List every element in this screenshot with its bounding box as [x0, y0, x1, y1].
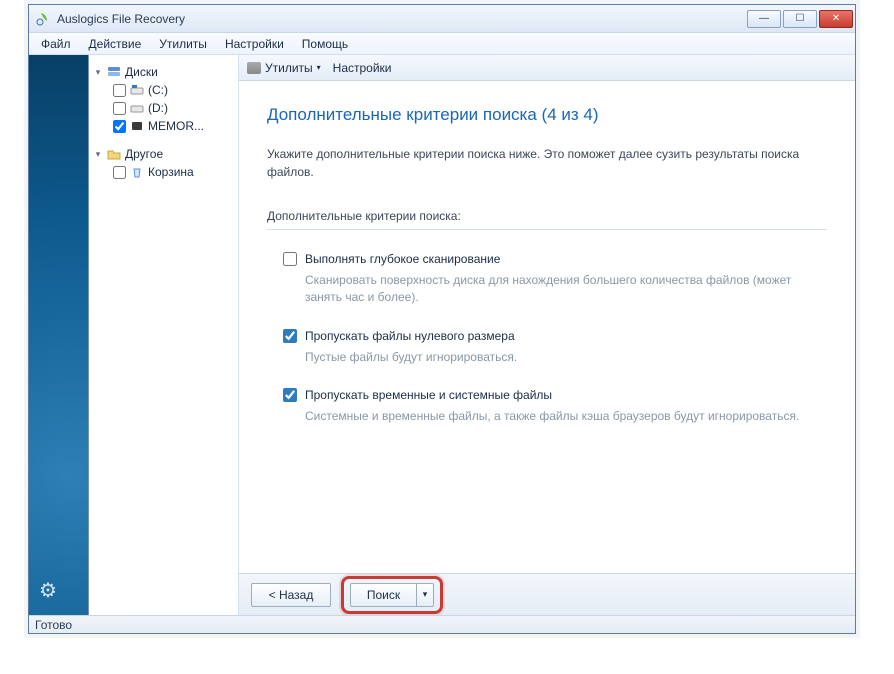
tree-item-label: MEMOR... [148, 119, 204, 133]
recycle-bin-checkbox[interactable] [113, 166, 126, 179]
skip-zero-checkbox[interactable] [283, 329, 297, 343]
chevron-down-icon: ▾ [317, 63, 321, 72]
option-label: Пропускать файлы нулевого размера [305, 329, 515, 343]
highlight-frame: Поиск ▾ [341, 576, 443, 614]
caret-down-icon: ▾ [93, 67, 103, 78]
tree-item-drive-d[interactable]: (D:) [93, 99, 234, 117]
tree-item-label: (C:) [148, 83, 168, 97]
titlebar: Auslogics File Recovery — ☐ ✕ [29, 5, 855, 33]
menu-file[interactable]: Файл [33, 35, 79, 53]
status-text: Готово [35, 618, 72, 632]
folder-icon [107, 148, 121, 160]
tree-item-recycle-bin[interactable]: Корзина [93, 163, 234, 181]
main-panel: Утилиты ▾ Настройки Дополнительные крите… [239, 55, 855, 615]
secondary-toolbar: Утилиты ▾ Настройки [239, 55, 855, 81]
tree-item-label: (D:) [148, 101, 168, 115]
app-window: Auslogics File Recovery — ☐ ✕ Файл Дейст… [28, 4, 856, 634]
option-label: Выполнять глубокое сканирование [305, 252, 500, 266]
memory-card-icon [130, 120, 144, 132]
window-controls: — ☐ ✕ [747, 10, 853, 28]
tree-group-disks[interactable]: ▾ Диски [93, 63, 234, 81]
menu-utilities[interactable]: Утилиты [151, 35, 215, 53]
left-rail: ⚙ [29, 55, 89, 615]
tree-item-label: Корзина [148, 165, 194, 179]
option-hint: Сканировать поверхность диска для нахожд… [305, 272, 825, 307]
drive-icon [130, 102, 144, 114]
menu-settings[interactable]: Настройки [217, 35, 292, 53]
menu-help[interactable]: Помощь [294, 35, 356, 53]
option-skip-temp: Пропускать временные и системные файлы С… [283, 388, 827, 425]
deep-scan-checkbox[interactable] [283, 252, 297, 266]
wizard-footer: < Назад Поиск ▾ [239, 573, 855, 615]
tree-group-label: Диски [125, 65, 158, 79]
option-deep-scan: Выполнять глубокое сканирование Сканиров… [283, 252, 827, 307]
tree-item-drive-memory[interactable]: MEMOR... [93, 117, 234, 135]
close-button[interactable]: ✕ [819, 10, 853, 28]
toolbar-label: Утилиты [265, 61, 313, 75]
wizard-content: Дополнительные критерии поиска (4 из 4) … [239, 81, 855, 573]
search-button-label[interactable]: Поиск [350, 583, 416, 607]
app-icon [35, 11, 51, 27]
tree-item-drive-c[interactable]: (C:) [93, 81, 234, 99]
disk-stack-icon [107, 66, 121, 78]
back-button[interactable]: < Назад [251, 583, 331, 607]
status-bar: Готово [29, 615, 855, 633]
toolbar-settings[interactable]: Настройки [333, 61, 392, 75]
tree-group-label: Другое [125, 147, 163, 161]
drive-icon [130, 84, 144, 96]
drive-icon [247, 62, 261, 74]
app-title: Auslogics File Recovery [57, 12, 747, 26]
search-dropdown-toggle[interactable]: ▾ [416, 583, 434, 607]
drive-c-checkbox[interactable] [113, 84, 126, 97]
minimize-button[interactable]: — [747, 10, 781, 28]
drive-memory-checkbox[interactable] [113, 120, 126, 133]
toolbar-label: Настройки [333, 61, 392, 75]
gear-icon[interactable]: ⚙ [39, 578, 57, 603]
menubar: Файл Действие Утилиты Настройки Помощь [29, 33, 855, 55]
menu-action[interactable]: Действие [81, 35, 150, 53]
caret-down-icon: ▾ [93, 149, 103, 160]
page-description: Укажите дополнительные критерии поиска н… [267, 145, 827, 181]
page-title: Дополнительные критерии поиска (4 из 4) [267, 105, 827, 125]
drive-d-checkbox[interactable] [113, 102, 126, 115]
maximize-button[interactable]: ☐ [783, 10, 817, 28]
toolbar-utilities[interactable]: Утилиты ▾ [247, 61, 321, 75]
drive-tree: ▾ Диски (C:) [89, 55, 239, 615]
section-label: Дополнительные критерии поиска: [267, 209, 827, 230]
option-hint: Системные и временные файлы, а также фай… [305, 408, 825, 425]
option-hint: Пустые файлы будут игнорироваться. [305, 349, 825, 366]
option-label: Пропускать временные и системные файлы [305, 388, 552, 402]
option-skip-zero: Пропускать файлы нулевого размера Пустые… [283, 329, 827, 366]
recycle-bin-icon [130, 166, 144, 178]
tree-group-other[interactable]: ▾ Другое [93, 145, 234, 163]
search-button[interactable]: Поиск ▾ [350, 583, 434, 607]
skip-temp-checkbox[interactable] [283, 388, 297, 402]
